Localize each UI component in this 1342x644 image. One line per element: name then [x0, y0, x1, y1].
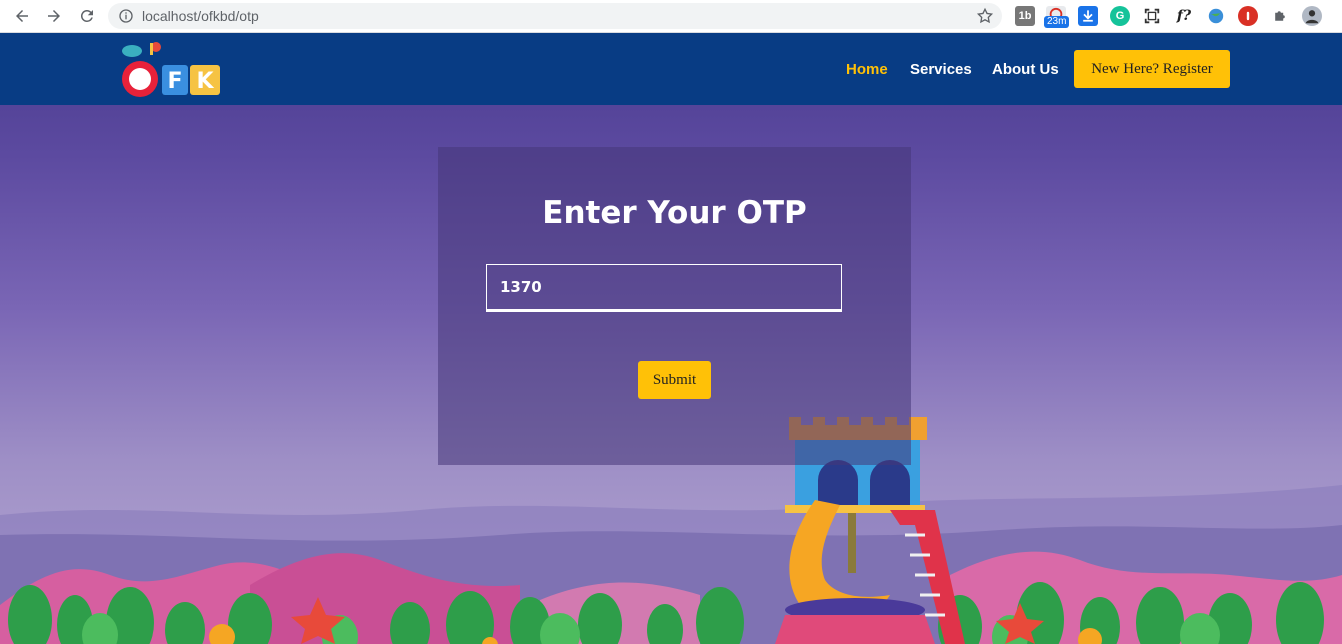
site-header: F K Home Services About Us New Here? Reg… — [0, 33, 1342, 105]
bookmark-star-icon[interactable] — [976, 7, 994, 25]
font-finder-icon[interactable]: f? — [1174, 6, 1194, 26]
adblock-icon[interactable] — [1238, 6, 1258, 26]
globe-extension-icon[interactable] — [1206, 6, 1226, 26]
ofk-logo[interactable]: F K — [118, 39, 224, 99]
page: F K Home Services About Us New Here? Reg… — [0, 33, 1342, 644]
reload-button[interactable] — [75, 4, 99, 28]
svg-text:K: K — [196, 69, 214, 94]
svg-text:F: F — [167, 69, 182, 94]
grammarly-icon[interactable]: G — [1110, 6, 1130, 26]
screenshot-extension-icon[interactable] — [1142, 6, 1162, 26]
otp-title: Enter Your OTP — [542, 195, 807, 231]
back-button[interactable] — [10, 4, 34, 28]
otp-input[interactable] — [486, 264, 842, 312]
back-arrow-icon — [16, 10, 28, 22]
download-extension-icon[interactable] — [1078, 6, 1098, 26]
extension-1b-icon[interactable]: 1b — [1015, 6, 1035, 26]
info-icon[interactable] — [118, 8, 134, 24]
forward-button[interactable] — [42, 4, 66, 28]
nav-about-us[interactable]: About Us — [992, 61, 1059, 78]
otp-form-card: Enter Your OTP Submit — [438, 147, 911, 465]
reload-icon — [80, 9, 93, 22]
extension-badge: 23m — [1044, 16, 1070, 28]
address-bar[interactable]: localhost/ofkbd/otp — [108, 3, 1002, 29]
url-text: localhost/ofkbd/otp — [142, 8, 259, 24]
profile-avatar-icon[interactable] — [1302, 6, 1322, 26]
forward-arrow-icon — [48, 10, 60, 22]
extensions-puzzle-icon[interactable] — [1270, 6, 1290, 26]
browser-toolbar: localhost/ofkbd/otp 1b 23m G f? — [0, 0, 1342, 33]
nav-home[interactable]: Home — [846, 61, 888, 78]
submit-button[interactable]: Submit — [638, 361, 711, 399]
nav-services[interactable]: Services — [910, 61, 972, 78]
register-button[interactable]: New Here? Register — [1074, 50, 1230, 88]
